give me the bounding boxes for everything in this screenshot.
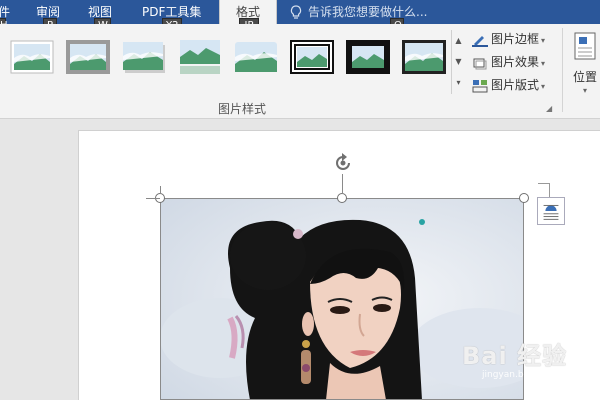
watermark-url: jingyan.baidu.com xyxy=(482,370,566,380)
picture-style-double-frame-black[interactable] xyxy=(290,40,334,74)
rotation-handle-line xyxy=(342,174,343,194)
anchor-guide-line xyxy=(549,183,550,197)
corner-guide-line xyxy=(146,198,160,199)
picture-style-simple-frame[interactable] xyxy=(10,40,54,74)
watermark-text: Bai 经验 xyxy=(462,342,568,370)
picture-style-drop-shadow[interactable] xyxy=(122,40,166,74)
picture-style-reflected[interactable] xyxy=(178,40,222,74)
picture-layout-button[interactable]: 图片版式 ▾ xyxy=(472,75,545,95)
picture-style-thick-matte-black[interactable] xyxy=(346,40,390,74)
lightbulb-icon xyxy=(290,4,302,19)
tell-me-box[interactable]: 告诉我您想要做什么... xyxy=(290,0,427,24)
corner-guide-line xyxy=(160,186,161,194)
picture-effects-button[interactable]: 图片效果 ▾ xyxy=(472,52,545,72)
ribbon-panel: ▲ ▼ ▾ 图片边框 ▾ 图片效果 ▾ 图片版式 ▾ 图片样式 ◢ 位置 ▾ xyxy=(0,24,600,119)
position-icon xyxy=(574,32,596,60)
gallery-scroll[interactable]: ▲ ▼ ▾ xyxy=(451,30,465,94)
layout-options-button[interactable] xyxy=(537,197,565,225)
gallery-down-arrow-icon[interactable]: ▼ xyxy=(452,51,465,72)
picture-layout-icon xyxy=(472,79,488,92)
layout-options-icon xyxy=(543,204,559,220)
ribbon-tab-bar: 件 审阅 视图 PDF工具集 格式 告诉我您想要做什么... xyxy=(0,0,600,24)
dialog-launcher-icon[interactable]: ◢ xyxy=(546,104,555,113)
tell-me-text: 告诉我您想要做什么... xyxy=(308,5,428,19)
gallery-up-arrow-icon[interactable]: ▲ xyxy=(452,30,465,51)
gallery-more-icon[interactable]: ▾ xyxy=(452,72,465,93)
picture-style-simple-frame-black[interactable] xyxy=(402,40,446,74)
position-button[interactable]: 位置 ▾ xyxy=(568,30,600,110)
resize-handle-top-center[interactable] xyxy=(337,193,347,203)
picture-styles-group-label: 图片样式 xyxy=(218,102,267,116)
picture-style-beveled-matte[interactable] xyxy=(66,40,110,74)
resize-handle-top-right[interactable] xyxy=(519,193,529,203)
baidu-watermark: Bai 经验 jingyan.baidu.com xyxy=(462,336,598,386)
ribbon-group-separator xyxy=(562,28,563,112)
picture-border-icon xyxy=(472,35,488,47)
rotate-handle-icon[interactable] xyxy=(331,151,355,175)
picture-effects-icon xyxy=(473,58,487,69)
position-label: 位置 xyxy=(573,70,598,84)
picture-style-soft-edge[interactable] xyxy=(234,40,278,74)
picture-border-button[interactable]: 图片边框 ▾ xyxy=(472,29,545,49)
position-dropdown-arrow-icon: ▾ xyxy=(583,86,588,95)
